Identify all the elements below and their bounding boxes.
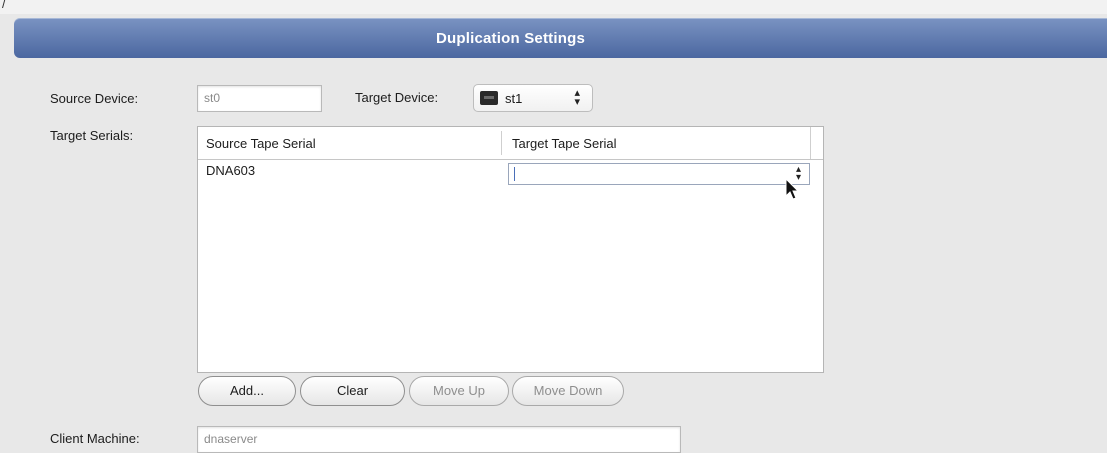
source-device-label: Source Device: [50,91,139,106]
client-machine-label: Client Machine: [50,431,140,446]
top-fragment-text: / [2,0,6,11]
text-caret [514,167,515,181]
target-device-select[interactable]: st1 ▴ ▾ [473,84,593,112]
select-arrows-icon: ▴ ▾ [574,87,580,108]
move-up-button[interactable]: Move Up [409,376,509,406]
clear-button[interactable]: Clear [300,376,405,406]
target-serials-label: Target Serials: [50,128,134,143]
tape-drive-icon [480,91,498,105]
top-strip: / [0,0,1107,14]
table-header: Source Tape Serial Target Tape Serial [198,127,823,160]
source-serial-cell[interactable]: DNA603 [206,163,255,178]
source-device-field[interactable]: st0 [197,85,322,112]
column-divider [501,131,502,155]
section-header: Duplication Settings [14,18,1107,58]
target-device-value: st1 [505,90,523,106]
target-serial-input[interactable]: ▴ ▾ [508,163,810,185]
mouse-pointer-icon [785,178,800,200]
section-title: Duplication Settings [435,29,585,47]
target-device-label: Target Device: [355,90,439,105]
column-header-target-serial[interactable]: Target Tape Serial [512,127,617,159]
serials-table[interactable]: Source Tape Serial Target Tape Serial DN… [197,126,824,373]
column-divider-end [810,127,811,159]
move-down-button[interactable]: Move Down [512,376,624,406]
column-header-source-serial[interactable]: Source Tape Serial [206,127,316,159]
client-machine-field[interactable]: dnaserver [197,426,681,453]
add-button[interactable]: Add... [198,376,296,406]
